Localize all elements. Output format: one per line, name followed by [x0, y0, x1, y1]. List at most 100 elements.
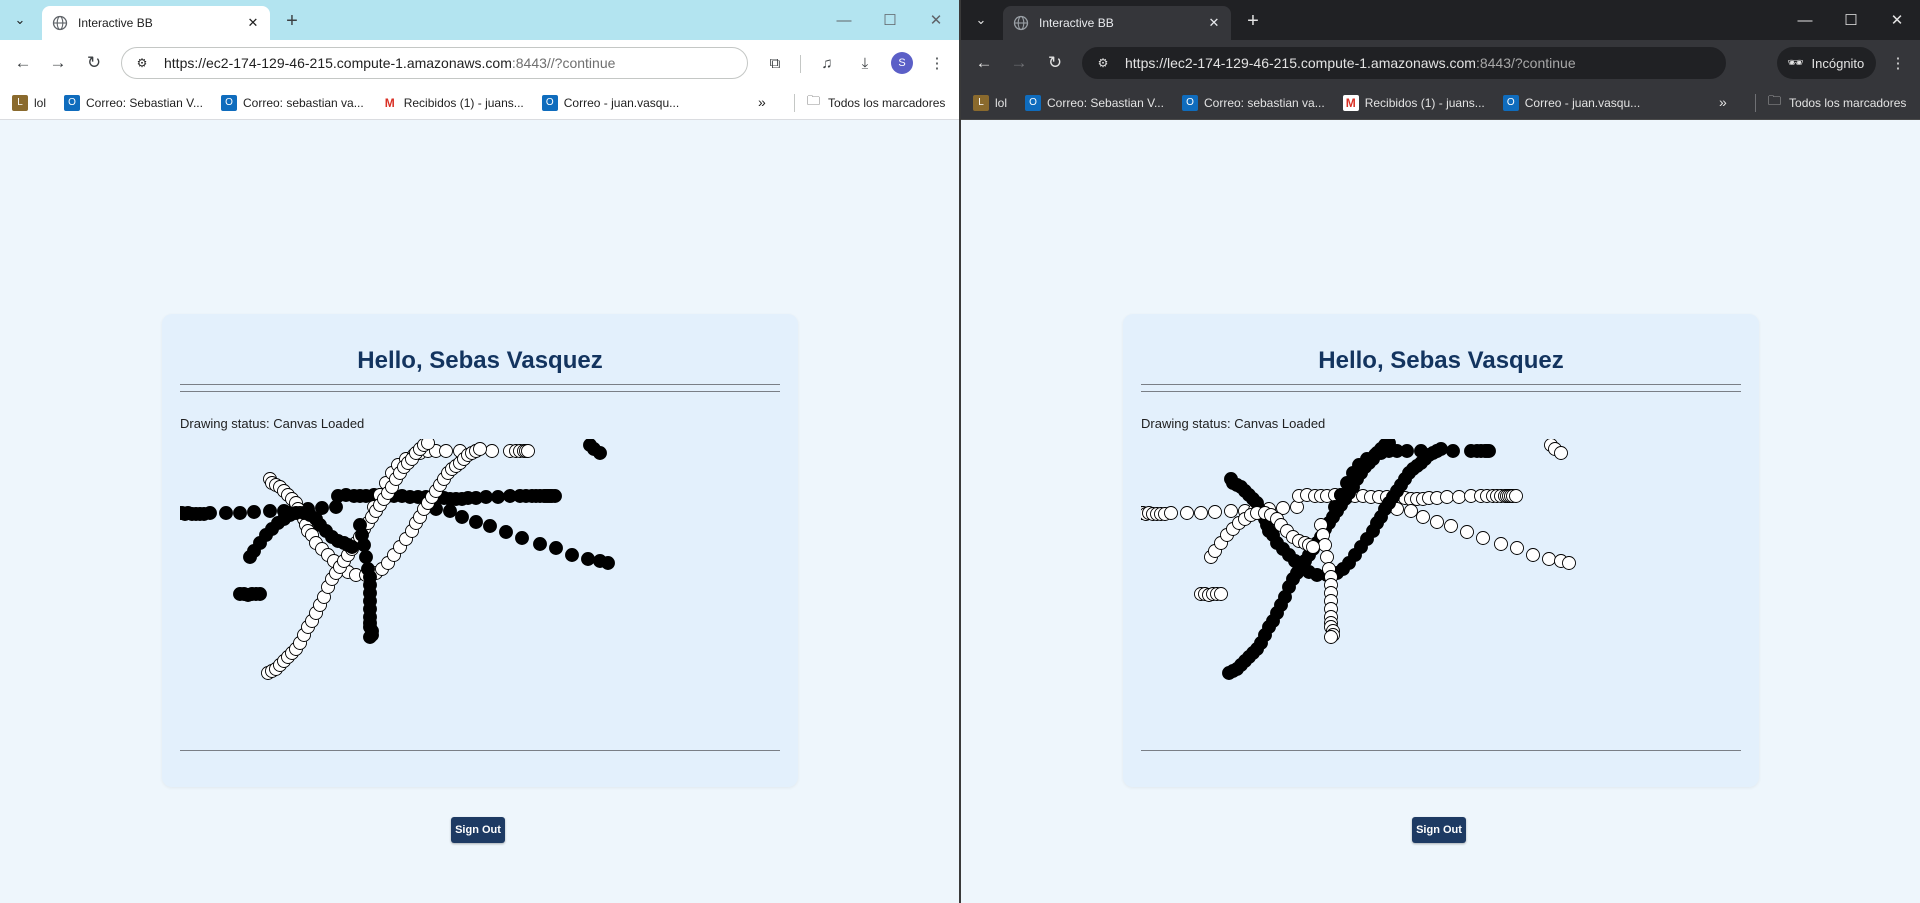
- drawing-canvas[interactable]: [180, 439, 780, 689]
- sign-out-button[interactable]: Sign Out: [1412, 817, 1466, 843]
- tab-title: Interactive BB: [78, 16, 153, 30]
- bookmark-correo-2[interactable]: O Correo: sebastian va...: [1181, 94, 1325, 111]
- address-bar[interactable]: ⚙ https://ec2-174-129-46-215.compute-1.a…: [121, 47, 748, 79]
- url-main: https://ec2-174-129-46-215.compute-1.ama…: [164, 55, 512, 71]
- forward-icon[interactable]: →: [1005, 49, 1033, 77]
- divider: [1141, 384, 1741, 385]
- bookmark-lol[interactable]: Llol: [12, 94, 46, 111]
- all-bookmarks[interactable]: 🗀 Todos los marcadores: [1755, 86, 1906, 120]
- incognito-badge[interactable]: 🕶 Incógnito: [1777, 47, 1877, 79]
- url-main: https://lec2-174-129-46-215.compute-1.am…: [1125, 55, 1476, 71]
- close-tab-icon[interactable]: ✕: [244, 14, 262, 32]
- bookmarks-bar: Llol O Correo: Sebastian V... O Correo: se…: [0, 86, 959, 120]
- reload-icon[interactable]: ↻: [80, 49, 108, 77]
- stroke-dot: [1509, 489, 1523, 503]
- outlook-icon: O: [220, 94, 237, 111]
- gmail-icon: M: [1342, 94, 1359, 111]
- media-control-icon[interactable]: ♫: [813, 49, 841, 77]
- all-bookmarks[interactable]: 🗀 Todos los marcadores: [794, 86, 945, 120]
- stroke-dot: [443, 504, 457, 518]
- stroke-dot: [1542, 552, 1556, 566]
- menu-icon[interactable]: ⋮: [1884, 49, 1912, 77]
- tab-search-icon[interactable]: ⌄: [6, 8, 34, 32]
- stroke-dot: [253, 587, 267, 601]
- outlook-icon: O: [1025, 94, 1042, 111]
- stroke-top-right-dots: [1544, 439, 1568, 460]
- bookmark-correo-1[interactable]: O Correo: Sebastian V...: [64, 94, 203, 111]
- back-icon[interactable]: ←: [970, 49, 998, 77]
- outlook-icon: O: [1502, 94, 1519, 111]
- more-bookmarks-icon[interactable]: »: [758, 94, 766, 110]
- outlook-icon: O: [1181, 94, 1198, 111]
- maximize-icon[interactable]: ☐: [1828, 0, 1874, 40]
- stroke-lower-left-curve: [1222, 439, 1396, 680]
- stroke-dot: [1446, 444, 1460, 458]
- stroke-dot: [1526, 548, 1540, 562]
- minimize-icon[interactable]: —: [1782, 0, 1828, 40]
- extensions-icon[interactable]: ⧉: [761, 49, 789, 77]
- site-info-icon[interactable]: ⚙: [134, 55, 150, 71]
- tab-title: Interactive BB: [1039, 16, 1114, 30]
- bookmark-correo-3[interactable]: O Correo - juan.vasqu...: [1502, 94, 1640, 111]
- forward-icon[interactable]: →: [44, 49, 72, 77]
- stroke-dot: [483, 519, 497, 533]
- divider: [180, 391, 780, 392]
- stroke-dot: [1440, 490, 1454, 504]
- greeting-card: Hello, Sebas Vasquez Drawing status: Can…: [1123, 314, 1759, 787]
- stroke-dot: [499, 525, 513, 539]
- bookmark-correo-2[interactable]: O Correo: sebastian va...: [220, 94, 364, 111]
- stroke-dot: [219, 506, 233, 520]
- stroke-dot: [1430, 515, 1444, 529]
- back-icon[interactable]: ←: [9, 49, 37, 77]
- stroke-dot: [1460, 525, 1474, 539]
- stroke-dot: [469, 515, 483, 529]
- site-info-icon[interactable]: ⚙: [1095, 55, 1111, 71]
- close-window-icon[interactable]: ✕: [1874, 0, 1920, 40]
- stroke-dot: [533, 537, 547, 551]
- download-icon[interactable]: ⤓: [851, 49, 879, 77]
- divider: [180, 384, 780, 385]
- minimize-icon[interactable]: —: [821, 0, 867, 40]
- reload-icon[interactable]: ↻: [1041, 49, 1069, 77]
- more-bookmarks-icon[interactable]: »: [1719, 94, 1727, 110]
- stroke-dot: [1164, 506, 1178, 520]
- browser-window-right: ⌄ Interactive BB ✕ + — ☐ ✕ ← → ↻ ⚙ https…: [961, 0, 1920, 903]
- stroke-dot: [1554, 446, 1568, 460]
- tab-strip: ⌄ Interactive BB ✕ + — ☐ ✕: [961, 0, 1920, 40]
- greeting-card: Hello, Sebas Vasquez Drawing status: Can…: [162, 314, 798, 787]
- bookmark-correo-3[interactable]: O Correo - juan.vasqu...: [541, 94, 679, 111]
- stroke-dot: [1400, 444, 1414, 458]
- tab-interactive-bb[interactable]: Interactive BB ✕: [42, 6, 270, 40]
- sign-out-button[interactable]: Sign Out: [451, 817, 505, 843]
- close-tab-icon[interactable]: ✕: [1205, 14, 1223, 32]
- bookmark-lol[interactable]: Llol: [973, 94, 1007, 111]
- profile-avatar[interactable]: S: [891, 52, 913, 74]
- address-bar[interactable]: ⚙ https://lec2-174-129-46-215.compute-1.…: [1082, 47, 1726, 79]
- stroke-dot: [1382, 439, 1396, 450]
- toolbar: ← → ↻ ⚙ https://ec2-174-129-46-215.compu…: [0, 40, 959, 86]
- tab-interactive-bb[interactable]: Interactive BB ✕: [1003, 6, 1231, 40]
- page-title: Hello, Sebas Vasquez: [357, 347, 603, 374]
- new-tab-button[interactable]: +: [280, 9, 304, 33]
- stroke-dot: [363, 630, 377, 644]
- globe-icon: [52, 15, 68, 31]
- drawing-canvas[interactable]: [1141, 439, 1741, 689]
- menu-icon[interactable]: ⋮: [923, 49, 951, 77]
- new-tab-button[interactable]: +: [1241, 9, 1265, 33]
- bookmark-recibidos[interactable]: M Recibidos (1) - juans...: [381, 94, 524, 111]
- browser-window-left: ⌄ Interactive BB ✕ + — ☐ ✕ ← → ↻ ⚙ https…: [0, 0, 959, 903]
- stroke-dot: [593, 446, 607, 460]
- globe-icon: [1013, 15, 1029, 31]
- stroke-dot: [1494, 537, 1508, 551]
- bookmark-correo-1[interactable]: O Correo: Sebastian V...: [1025, 94, 1164, 111]
- stroke-dot: [1324, 630, 1338, 644]
- close-window-icon[interactable]: ✕: [913, 0, 959, 40]
- tab-search-icon[interactable]: ⌄: [967, 8, 995, 32]
- bookmark-recibidos[interactable]: M Recibidos (1) - juans...: [1342, 94, 1485, 111]
- stroke-upper-horizontal: [1292, 488, 1523, 506]
- outlook-icon: O: [64, 94, 81, 111]
- drawing-status: Drawing status: Canvas Loaded: [180, 416, 365, 431]
- maximize-icon[interactable]: ☐: [867, 0, 913, 40]
- stroke-dot: [1320, 550, 1334, 564]
- stroke-dot: [1404, 504, 1418, 518]
